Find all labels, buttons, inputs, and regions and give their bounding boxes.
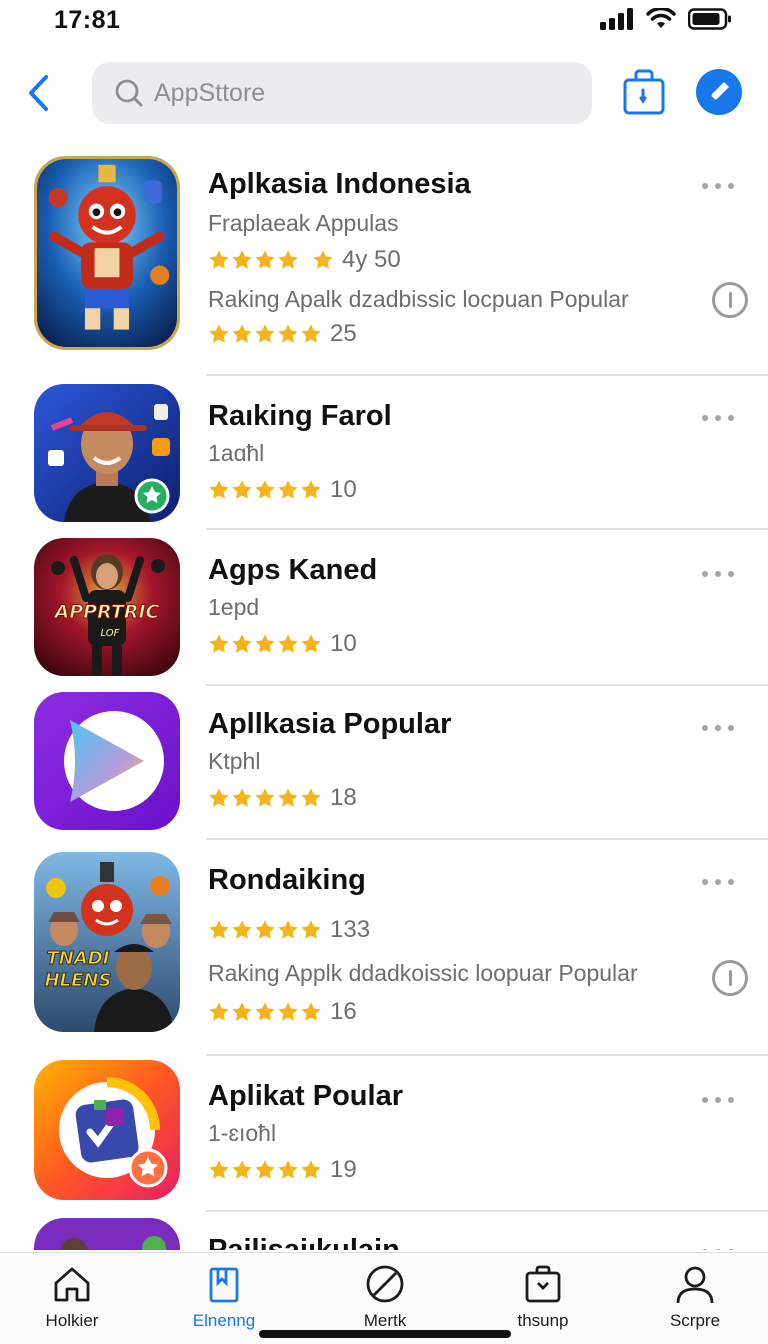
app-rating: 4y 50 (208, 246, 401, 274)
app-subtitle: 1-ɛıoħl (208, 1120, 277, 1146)
home-indicator (259, 1330, 511, 1338)
profile-icon (676, 1266, 714, 1304)
status-bar: 17:81 (0, 0, 768, 44)
tnadi-hlens-icon: TNADI HLENS (34, 852, 180, 1032)
search-input[interactable] (154, 78, 534, 108)
app-rating: 25 (208, 320, 357, 348)
app-row[interactable]: Apllkasia Popular Ktphl 18 (0, 686, 768, 840)
slash-circle-icon (366, 1265, 404, 1303)
icon-subtitle-text: HLENS (45, 970, 112, 991)
tab-label: Scrpre (669, 1311, 721, 1330)
app-subtitle: Ktphl (208, 748, 261, 774)
rating-value: 19 (330, 1156, 357, 1183)
app-row[interactable]: Aplikat Poular 1-ɛıoħl 19 (0, 1056, 768, 1210)
status-time: 17:81 (54, 6, 121, 34)
tab-label: Mertk (363, 1311, 407, 1330)
app-row[interactable]: Pailisaiıkulain (0, 1212, 768, 1250)
star-rating-icon (208, 479, 322, 501)
app-name: Agps Kaned (208, 554, 378, 586)
more-options-button[interactable] (702, 1094, 734, 1106)
app-name: Raıking Farol (208, 400, 392, 432)
app-name: Rondaiking (208, 864, 366, 896)
tab-home[interactable]: Holkier (17, 1263, 127, 1335)
battery-icon (688, 8, 731, 30)
app-row[interactable]: APPRTRIC LOF Agps Kaned 1epd 10 (0, 530, 768, 686)
info-icon[interactable] (712, 960, 748, 996)
app-name: Apllkasia Popular (208, 708, 452, 740)
star-rating-icon (208, 1159, 322, 1181)
app-subtitle: 1epd (208, 594, 260, 620)
back-button[interactable] (20, 72, 56, 114)
shopping-bag-icon (623, 69, 665, 115)
more-options-button[interactable] (702, 876, 734, 888)
search-bar[interactable] (92, 62, 592, 124)
compose-button[interactable] (696, 69, 742, 115)
app-rating: 10 (208, 476, 357, 504)
app-row[interactable]: Aplkasia Indonesia Fraplaeak Appulas 4y … (0, 148, 768, 376)
app-description: Raking Applk ddadkoissic loopuar Popular (208, 960, 638, 986)
app-description: Raking Apalk dzadbissic locpuan Popular (208, 286, 629, 312)
rating-value: 133 (330, 916, 371, 943)
star-rating-icon (208, 1001, 322, 1023)
apprtric-game-icon: APPRTRIC LOF (34, 538, 180, 676)
app-name: Pailisaiıkulain (208, 1234, 400, 1250)
status-icons (600, 8, 732, 30)
more-options-button[interactable] (702, 180, 734, 192)
app-subtitle: 1aɑħl (208, 440, 265, 466)
app-rating: 10 (208, 630, 357, 658)
music-star-icon (34, 1060, 180, 1200)
star-rating-icon (208, 919, 322, 941)
pencil-icon (710, 82, 729, 101)
icon-subtitle-text: LOF (101, 628, 120, 639)
tab-bookmark[interactable]: Elnenng (169, 1263, 279, 1335)
partial-app-icon (34, 1218, 180, 1250)
rating-value: 10 (330, 630, 357, 657)
bookmark-icon (209, 1267, 239, 1303)
more-options-button[interactable] (702, 1246, 734, 1250)
search-icon (115, 79, 143, 107)
cartoon-character-icon (34, 156, 180, 350)
app-name: Aplkasia Indonesia (208, 168, 471, 200)
app-row[interactable]: TNADI HLENS Rondaiking 133 Raking Applk … (0, 840, 768, 1054)
more-options-button[interactable] (702, 722, 734, 734)
icon-title-text: TNADI (47, 948, 110, 969)
star-rating-icon (208, 323, 322, 345)
rating-value: 25 (330, 320, 357, 347)
tab-shop[interactable]: thsunp (488, 1263, 598, 1335)
app-subtitle: Fraplaeak Appulas (208, 210, 399, 236)
more-options-button[interactable] (702, 568, 734, 580)
tab-label: Elnenng (192, 1311, 256, 1330)
play-triangle-icon (34, 692, 180, 830)
app-rating: 133 (208, 916, 370, 944)
chevron-left-icon (29, 75, 48, 111)
app-name: Aplikat Poular (208, 1080, 403, 1112)
tab-label: Holkier (45, 1311, 99, 1330)
app-rating: 16 (208, 998, 357, 1026)
bag-button[interactable] (622, 68, 666, 116)
app-row[interactable]: Raıking Farol 1aɑħl 10 (0, 376, 768, 530)
tab-profile[interactable]: Scrpre (640, 1263, 750, 1335)
star-rating-icon (208, 249, 334, 271)
rating-value: 4y 50 (342, 246, 401, 273)
info-icon[interactable] (712, 282, 748, 318)
tab-market[interactable]: Mertk (330, 1263, 440, 1335)
tab-label: thsunp (517, 1311, 569, 1330)
wifi-icon (646, 8, 676, 28)
search-row (0, 60, 768, 126)
app-list: Aplkasia Indonesia Fraplaeak Appulas 4y … (0, 148, 768, 1250)
star-rating-icon (208, 633, 322, 655)
rating-value: 10 (330, 476, 357, 503)
cellular-signal-icon (600, 8, 633, 30)
shopping-bag-icon (525, 1265, 561, 1303)
rating-value: 16 (330, 998, 357, 1025)
home-icon (54, 1267, 90, 1302)
icon-title-text: APPRTRIC (53, 601, 160, 623)
man-with-cap-icon (34, 384, 180, 522)
rating-value: 18 (330, 784, 357, 811)
star-rating-icon (208, 787, 322, 809)
more-options-button[interactable] (702, 412, 734, 424)
app-rating: 18 (208, 784, 357, 812)
app-rating: 19 (208, 1156, 357, 1184)
